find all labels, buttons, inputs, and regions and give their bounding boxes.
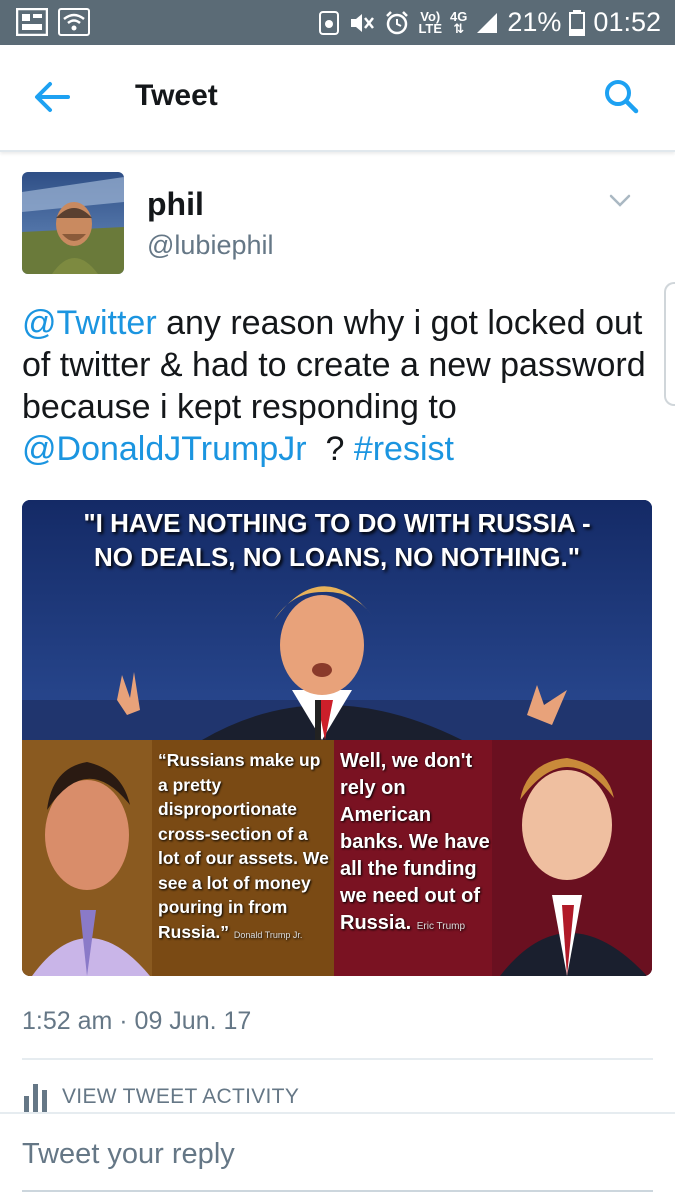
signal-icon (477, 12, 498, 33)
meme-left-quote-text: “Russians make up a pretty disproportion… (158, 750, 329, 942)
chevron-down-icon (609, 194, 631, 207)
edge-panel-handle[interactable] (664, 282, 675, 406)
tweet-media-image[interactable]: "I HAVE NOTHING TO DO WITH RUSSIA - NO D… (22, 500, 652, 976)
battery-icon (569, 9, 586, 36)
divider (22, 1058, 653, 1060)
status-right-icons: Vo) LTE 4G ⇅ 21% 01:52 (318, 7, 661, 38)
back-button[interactable] (30, 77, 74, 117)
volte-indicator: Vo) LTE (418, 10, 443, 36)
status-bar: Vo) LTE 4G ⇅ 21% 01:52 (0, 0, 675, 45)
avatar-photo (22, 172, 124, 274)
meme-right-quote: Well, we don't rely on American banks. W… (340, 748, 500, 940)
volte-bottom-label: LTE (418, 20, 443, 36)
tweet-text-segment: ? (306, 430, 354, 468)
tweet-text: @Twitter any reason why i got locked out… (22, 302, 652, 470)
bar-chart-icon (24, 1084, 47, 1112)
reply-placeholder: Tweet your reply (22, 1138, 235, 1170)
search-icon (605, 80, 639, 114)
divider (0, 1112, 675, 1114)
wifi-icon (58, 8, 90, 36)
mention-donaldjtrumpjr-link[interactable]: @DonaldJTrumpJr (22, 430, 307, 468)
search-button[interactable] (600, 75, 644, 119)
recycle-icon (319, 10, 340, 35)
status-left-icons (16, 8, 90, 36)
meme-right-quote-text: Well, we don't rely on American banks. W… (340, 750, 490, 934)
reply-input[interactable]: Tweet your reply (22, 1138, 652, 1188)
tweet-options-button[interactable] (604, 186, 636, 216)
author-handle[interactable]: @lubiephil (147, 230, 273, 261)
data-arrows-icon: ⇅ (453, 20, 465, 36)
meme-headline: "I HAVE NOTHING TO DO WITH RUSSIA - NO D… (22, 506, 652, 574)
meme-headline-line2: NO DEALS, NO LOANS, NO NOTHING." (93, 542, 581, 572)
gallery-notification-icon (16, 8, 48, 36)
page-title: Tweet (135, 79, 218, 112)
battery-percentage: 21% (507, 7, 562, 37)
data-indicator: 4G ⇅ (450, 10, 467, 36)
view-tweet-activity-label: VIEW TWEET ACTIVITY (62, 1085, 300, 1108)
hashtag-resist-link[interactable]: #resist (354, 430, 454, 468)
meme-left-quote: “Russians make up a pretty disproportion… (158, 748, 330, 947)
meme-headline-line1: "I HAVE NOTHING TO DO WITH RUSSIA - (83, 508, 591, 538)
tweet-timestamp: 1:52 am · 09 Jun. 17 (22, 1007, 252, 1035)
mute-icon (351, 13, 375, 32)
meme-left-credit: Donald Trump Jr. (233, 929, 303, 940)
alarm-icon (386, 10, 409, 34)
reply-underline (22, 1190, 653, 1192)
avatar[interactable] (22, 172, 124, 274)
meme-right-credit: Eric Trump (416, 921, 466, 932)
clock: 01:52 (593, 7, 661, 37)
view-tweet-activity-button[interactable]: VIEW TWEET ACTIVITY (22, 1082, 299, 1112)
app-bar: Tweet (0, 45, 675, 152)
back-arrow-icon (35, 82, 70, 112)
author-name[interactable]: phil (147, 186, 204, 223)
mention-twitter-link[interactable]: @Twitter (22, 304, 157, 342)
